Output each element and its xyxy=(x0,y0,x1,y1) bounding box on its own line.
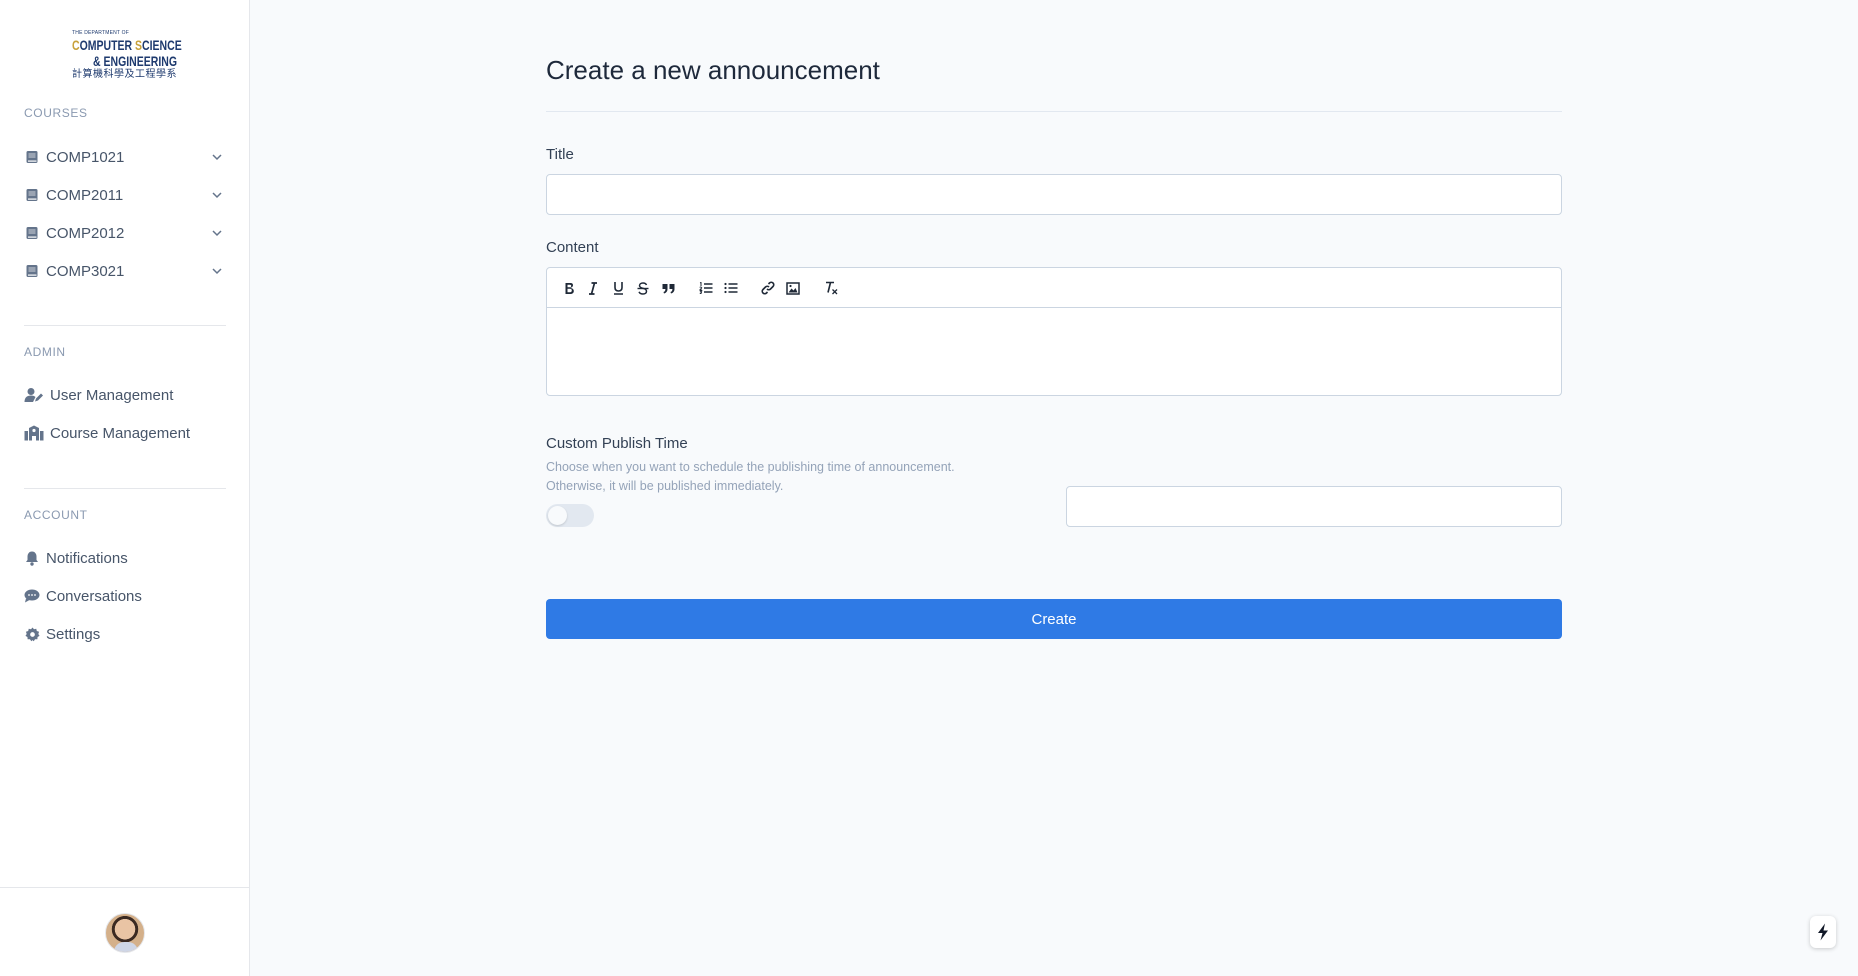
sidebar-item-settings[interactable]: Settings xyxy=(24,622,226,646)
publish-time-input[interactable] xyxy=(1066,486,1562,527)
chevron-down-icon[interactable] xyxy=(210,264,224,278)
sidebar-item-label: Settings xyxy=(46,625,101,643)
create-button[interactable]: Create xyxy=(546,599,1562,639)
toggle-knob xyxy=(548,506,567,525)
strikethrough-icon[interactable] xyxy=(634,279,652,297)
editor-toolbar xyxy=(547,268,1561,308)
admin-section-label: ADMIN xyxy=(24,345,66,359)
content-label: Content xyxy=(546,239,599,256)
school-icon xyxy=(24,425,44,441)
sidebar-footer-divider xyxy=(0,887,250,888)
sidebar-item-label: COMP2011 xyxy=(46,186,124,204)
department-logo[interactable]: THE DEPARTMENT OF COMPUTER SCIENCE & ENG… xyxy=(72,30,182,80)
bolt-icon[interactable] xyxy=(1810,916,1836,948)
sidebar-item-user-management[interactable]: User Management xyxy=(24,383,226,407)
editor-body[interactable] xyxy=(547,308,1561,396)
sidebar-item-label: COMP1021 xyxy=(46,148,125,166)
publish-time-description: Choose when you want to schedule the pub… xyxy=(546,460,955,493)
chevron-down-icon[interactable] xyxy=(210,226,224,240)
sidebar-item-label: Notifications xyxy=(46,549,128,567)
bold-icon[interactable] xyxy=(560,279,578,297)
blockquote-icon[interactable] xyxy=(659,279,677,297)
sidebar-item-conversations[interactable]: Conversations xyxy=(24,584,226,608)
courses-section-label: COURSES xyxy=(24,106,88,120)
book-icon xyxy=(24,149,40,165)
sidebar-item-label: Course Management xyxy=(50,424,191,442)
page-title: Create a new announcement xyxy=(546,55,880,85)
title-label: Title xyxy=(546,146,574,163)
image-icon[interactable] xyxy=(784,279,802,297)
ordered-list-icon[interactable] xyxy=(697,279,715,297)
sidebar-item-comp2011[interactable]: COMP2011 xyxy=(24,183,226,207)
sidebar: THE DEPARTMENT OF COMPUTER SCIENCE & ENG… xyxy=(0,0,250,976)
logo-line-1: THE DEPARTMENT OF xyxy=(72,30,130,36)
user-edit-icon xyxy=(24,387,44,403)
clear-format-icon[interactable] xyxy=(822,279,840,297)
gear-icon xyxy=(24,626,40,642)
sidebar-item-comp2012[interactable]: COMP2012 xyxy=(24,221,226,245)
title-input[interactable] xyxy=(546,174,1562,215)
chat-icon xyxy=(24,588,40,604)
italic-icon[interactable] xyxy=(584,279,602,297)
publish-time-toggle[interactable] xyxy=(546,504,594,527)
publish-time-label: Custom Publish Time xyxy=(546,435,688,452)
chevron-down-icon[interactable] xyxy=(210,188,224,202)
sidebar-divider xyxy=(24,325,226,326)
book-icon xyxy=(24,263,40,279)
underline-icon[interactable] xyxy=(609,279,627,297)
logo-line-4: 計算機科學及工程學系 xyxy=(72,69,177,80)
account-section-label: ACCOUNT xyxy=(24,508,88,522)
logo-line-2: COMPUTER SCIENCE xyxy=(72,37,182,53)
sidebar-item-course-management[interactable]: Course Management xyxy=(24,421,226,445)
bell-icon xyxy=(24,550,40,566)
sidebar-item-comp1021[interactable]: COMP1021 xyxy=(24,145,226,169)
logo-line-3: & ENGINEERING xyxy=(93,53,178,69)
sidebar-item-label: COMP2012 xyxy=(46,224,125,242)
book-icon xyxy=(24,225,40,241)
book-icon xyxy=(24,187,40,203)
sidebar-item-label: User Management xyxy=(50,386,174,404)
sidebar-item-comp3021[interactable]: COMP3021 xyxy=(24,259,226,283)
sidebar-item-notifications[interactable]: Notifications xyxy=(24,546,226,570)
sidebar-item-label: COMP3021 xyxy=(46,262,125,280)
avatar[interactable] xyxy=(105,913,145,953)
chevron-down-icon[interactable] xyxy=(210,150,224,164)
bullet-list-icon[interactable] xyxy=(722,279,740,297)
sidebar-divider xyxy=(24,488,226,489)
content-editor[interactable] xyxy=(546,267,1562,396)
title-divider xyxy=(546,111,1562,112)
sidebar-item-label: Conversations xyxy=(46,587,142,605)
link-icon[interactable] xyxy=(759,279,777,297)
